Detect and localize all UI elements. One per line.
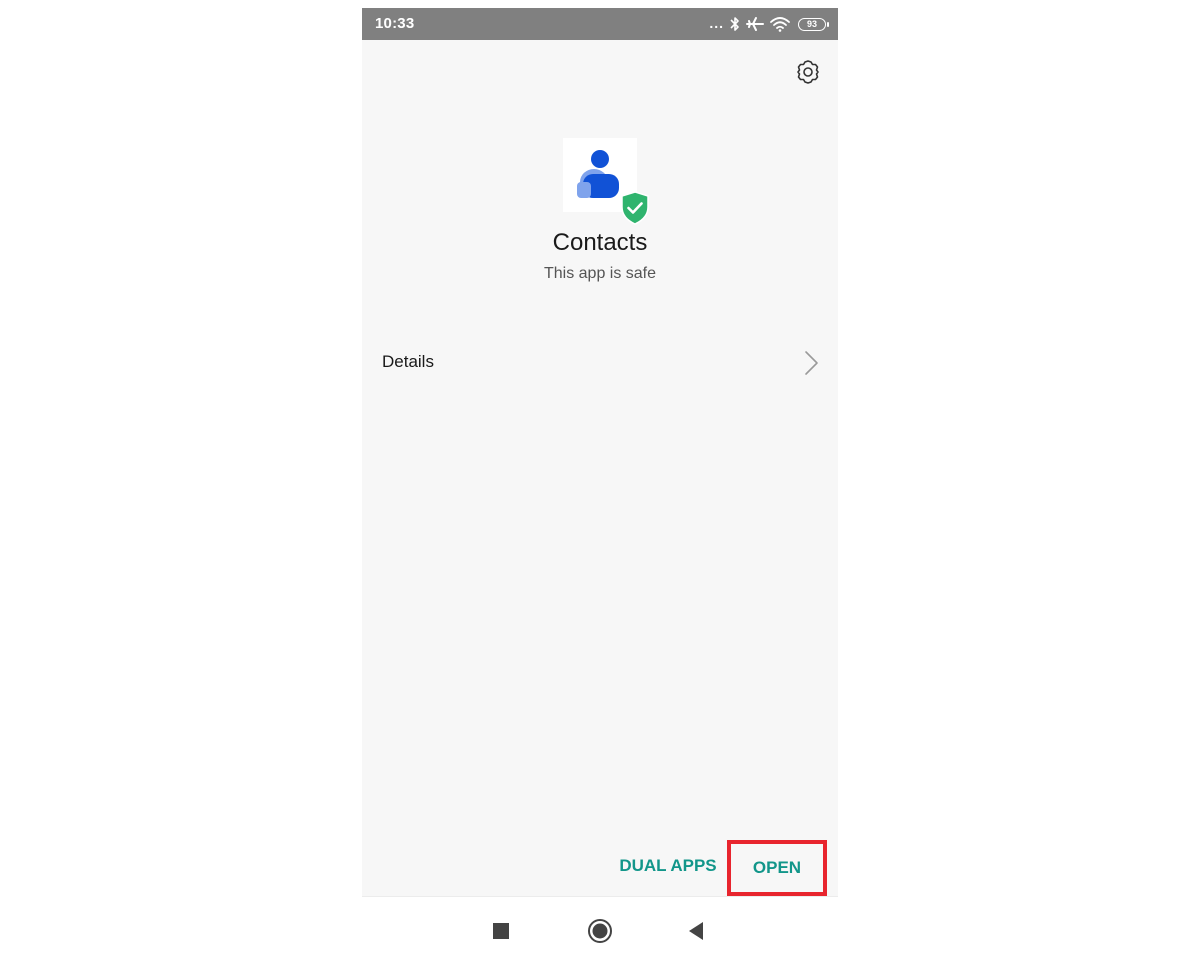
shield-check-icon [621,191,649,225]
square-recents-icon[interactable] [493,923,509,939]
status-bar: 10:33 ... 93 [362,8,838,40]
status-icons: ... 93 [709,14,829,34]
open-button[interactable]: OPEN [727,840,827,896]
circle-home-icon[interactable] [587,918,613,944]
gear-icon[interactable] [794,58,822,86]
battery-icon: 93 [798,17,829,31]
bluetooth-icon [730,17,739,31]
overflow-dots-icon: ... [709,15,724,31]
app-name: Contacts [552,229,648,256]
chevron-right-icon [805,351,818,375]
battery-level: 93 [806,18,817,29]
app-security-screen: Contacts This app is safe Details DUAL A… [362,40,838,896]
triangle-back-icon[interactable] [688,921,704,941]
phone-screen: 10:33 ... 93 Contacts This app is safe D… [362,8,838,961]
wifi-icon [770,17,790,32]
details-row[interactable]: Details [362,336,838,392]
details-label: Details [382,352,434,371]
airplane-mode-icon [746,17,764,31]
status-time: 10:33 [375,15,415,32]
app-security-status: This app is safe [543,265,657,282]
navigation-bar [362,896,838,961]
dual-apps-button[interactable]: DUAL APPS [614,852,722,880]
